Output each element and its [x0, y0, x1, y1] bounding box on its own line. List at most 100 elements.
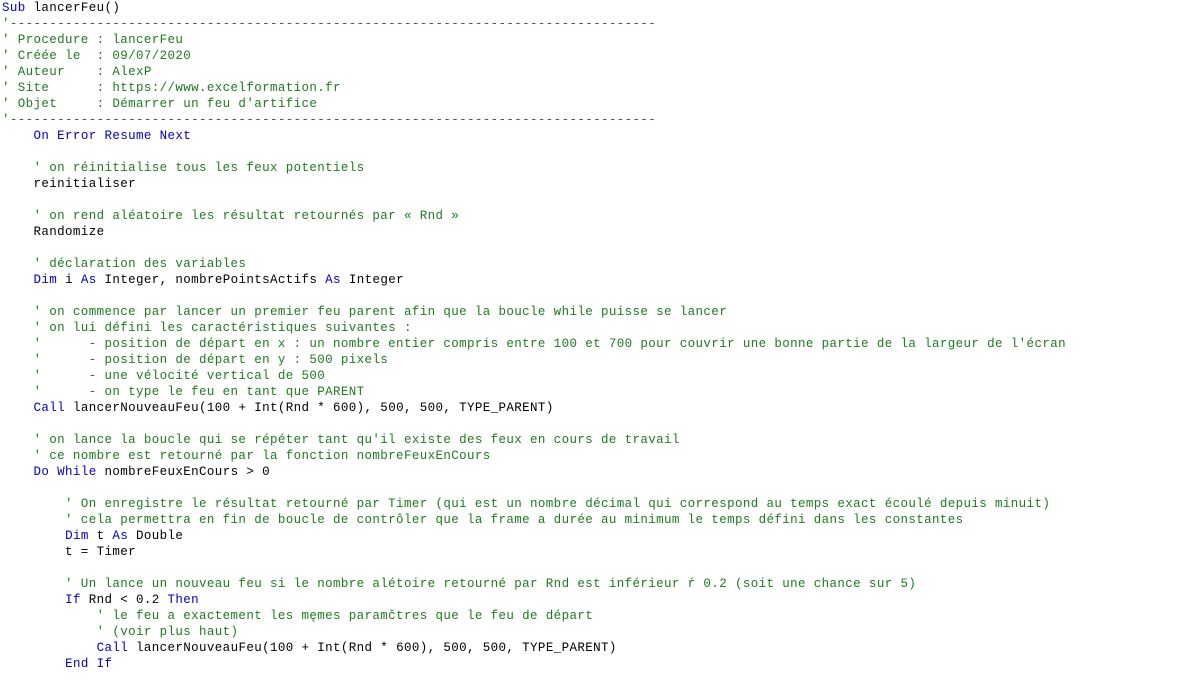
- code-line[interactable]: Do While nombreFeuxEnCours > 0: [0, 464, 1187, 480]
- code-line[interactable]: Call lancerNouveauFeu(100 + Int(Rnd * 60…: [0, 400, 1187, 416]
- code-keyword: If: [65, 593, 81, 607]
- code-line[interactable]: End If: [0, 656, 1187, 672]
- code-identifier: nombreFeuxEnCours > 0: [96, 465, 270, 479]
- code-identifier: i: [57, 273, 81, 287]
- code-keyword: On Error Resume Next: [33, 129, 192, 143]
- code-identifier: Integer, nombrePointsActifs: [96, 273, 326, 287]
- code-comment: ' Un lance un nouveau feu si le nombre a…: [2, 577, 917, 591]
- code-comment: ' on lance la boucle qui se répéter tant…: [2, 433, 680, 447]
- code-comment: ' Site : https://www.excelformation.fr: [2, 81, 341, 95]
- code-keyword: Call: [33, 401, 66, 415]
- code-comment: ' Procedure : lancerFeu: [2, 33, 184, 47]
- code-line[interactable]: [0, 480, 1187, 496]
- code-identifier: [2, 593, 65, 607]
- code-identifier: [2, 273, 34, 287]
- code-blank: [2, 145, 10, 159]
- vba-code-editor[interactable]: Sub lancerFeu() '------------------------…: [0, 0, 1187, 679]
- code-line[interactable]: Call lancerNouveauFeu(100 + Int(Rnd * 60…: [0, 640, 1187, 656]
- code-line[interactable]: ' On enregistre le résultat retourné par…: [0, 496, 1187, 512]
- code-line[interactable]: ' (voir plus haut): [0, 624, 1187, 640]
- code-line[interactable]: ' Procedure : lancerFeu: [0, 32, 1187, 48]
- code-line[interactable]: [0, 144, 1187, 160]
- code-keyword: As: [112, 529, 129, 543]
- code-line[interactable]: ' déclaration des variables: [0, 256, 1187, 272]
- code-line[interactable]: ' Site : https://www.excelformation.fr: [0, 80, 1187, 96]
- code-comment: ' déclaration des variables: [2, 257, 247, 271]
- code-lines-container[interactable]: Sub lancerFeu() '------------------------…: [0, 0, 1187, 672]
- code-comment: ' on rend aléatoire les résultat retourn…: [2, 209, 460, 223]
- code-keyword: Sub: [2, 1, 26, 15]
- code-keyword: Dim: [33, 273, 58, 287]
- code-line[interactable]: Randomize: [0, 224, 1187, 240]
- code-blank: [2, 561, 10, 575]
- code-line[interactable]: ' on commence par lancer un premier feu …: [0, 304, 1187, 320]
- code-line[interactable]: ' Auteur : AlexP: [0, 64, 1187, 80]
- code-line[interactable]: ' on lui défini les caractéristiques sui…: [0, 320, 1187, 336]
- code-identifier: [2, 657, 65, 671]
- code-comment: ' Objet : Démarrer un feu d'artifice: [2, 97, 318, 111]
- code-comment: ' cela permettra en fin de boucle de con…: [2, 513, 964, 527]
- code-identifier: Rnd < 0.2: [80, 593, 168, 607]
- code-identifier: [2, 529, 65, 543]
- code-line[interactable]: ' cela permettra en fin de boucle de con…: [0, 512, 1187, 528]
- code-line[interactable]: [0, 240, 1187, 256]
- code-comment: ' Auteur : AlexP: [2, 65, 152, 79]
- code-comment: ' on commence par lancer un premier feu …: [2, 305, 728, 319]
- code-line[interactable]: ' Un lance un nouveau feu si le nombre a…: [0, 576, 1187, 592]
- code-line[interactable]: ' on lance la boucle qui se répéter tant…: [0, 432, 1187, 448]
- code-line[interactable]: ' on réinitialise tous les feux potentie…: [0, 160, 1187, 176]
- code-identifier: Integer: [340, 273, 404, 287]
- code-line[interactable]: If Rnd < 0.2 Then: [0, 592, 1187, 608]
- code-blank: [2, 193, 10, 207]
- code-line[interactable]: On Error Resume Next: [0, 128, 1187, 144]
- code-line[interactable]: ' Objet : Démarrer un feu d'artifice: [0, 96, 1187, 112]
- code-line[interactable]: [0, 288, 1187, 304]
- code-line[interactable]: '---------------------------------------…: [0, 112, 1187, 128]
- code-comment: ' On enregistre le résultat retourné par…: [2, 497, 1051, 511]
- code-line[interactable]: ' - on type le feu en tant que PARENT: [0, 384, 1187, 400]
- code-line[interactable]: Sub lancerFeu(): [0, 0, 1187, 16]
- code-keyword: Call: [96, 641, 129, 655]
- code-comment: '---------------------------------------…: [2, 113, 657, 127]
- code-comment: ' ce nombre est retourné par la fonction…: [2, 449, 491, 463]
- code-blank: [2, 481, 10, 495]
- code-identifier: Randomize: [2, 225, 105, 239]
- code-comment: ' - position de départ en x : un nombre …: [2, 337, 1066, 351]
- code-line[interactable]: ' - une vélocité vertical de 500: [0, 368, 1187, 384]
- code-comment: ' - on type le feu en tant que PARENT: [2, 385, 365, 399]
- code-keyword: End If: [65, 657, 113, 671]
- code-line[interactable]: Dim t As Double: [0, 528, 1187, 544]
- code-identifier: [2, 401, 34, 415]
- code-identifier: lancerFeu(): [25, 1, 121, 15]
- code-line[interactable]: [0, 416, 1187, 432]
- code-line[interactable]: ' le feu a exactement les męmes paramčtr…: [0, 608, 1187, 624]
- code-blank: [2, 289, 10, 303]
- code-identifier: [2, 129, 34, 143]
- code-line[interactable]: [0, 560, 1187, 576]
- code-line[interactable]: ' - position de départ en y : 500 pixels: [0, 352, 1187, 368]
- code-comment: '---------------------------------------…: [2, 17, 657, 31]
- code-line[interactable]: [0, 192, 1187, 208]
- code-comment: ' (voir plus haut): [2, 625, 239, 639]
- code-identifier: lancerNouveauFeu(100 + Int(Rnd * 600), 5…: [65, 401, 554, 415]
- code-line[interactable]: ' Créée le : 09/07/2020: [0, 48, 1187, 64]
- code-keyword: As: [80, 273, 97, 287]
- code-keyword: Then: [167, 593, 200, 607]
- code-comment: ' on réinitialise tous les feux potentie…: [2, 161, 365, 175]
- code-line[interactable]: Dim i As Integer, nombrePointsActifs As …: [0, 272, 1187, 288]
- code-line[interactable]: '---------------------------------------…: [0, 16, 1187, 32]
- code-line[interactable]: ' on rend aléatoire les résultat retourn…: [0, 208, 1187, 224]
- code-line[interactable]: ' ce nombre est retourné par la fonction…: [0, 448, 1187, 464]
- code-identifier: [2, 641, 97, 655]
- code-identifier: t = Timer: [2, 545, 136, 559]
- code-identifier: t: [88, 529, 113, 543]
- code-line[interactable]: reinitialiser: [0, 176, 1187, 192]
- code-line[interactable]: ' - position de départ en x : un nombre …: [0, 336, 1187, 352]
- code-line[interactable]: t = Timer: [0, 544, 1187, 560]
- code-blank: [2, 417, 10, 431]
- code-identifier: Double: [128, 529, 184, 543]
- code-identifier: [2, 465, 34, 479]
- code-blank: [2, 241, 10, 255]
- code-keyword: Dim: [65, 529, 89, 543]
- code-comment: ' le feu a exactement les męmes paramčtr…: [2, 609, 594, 623]
